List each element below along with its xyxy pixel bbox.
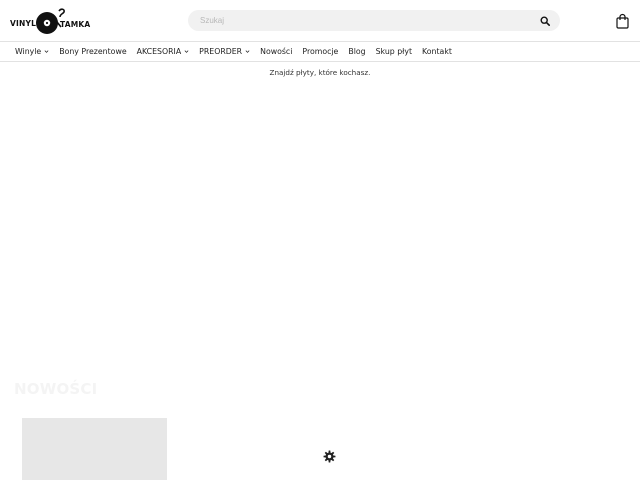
search-button[interactable] [537,13,552,28]
logo-word-right: TAMKA [60,20,90,29]
nav-item-label: Nowości [260,47,293,56]
logo-word-left: VINYL [10,19,36,28]
chevron-down-icon [44,50,49,53]
shopping-bag-icon [615,13,629,29]
search-input[interactable] [188,10,528,31]
section-title-new-arrivals: NOWOŚCI [14,380,98,398]
chevron-down-icon [184,50,189,53]
site-logo[interactable]: VINYL TAMKA [10,6,92,38]
nav-item-label: Kontakt [422,47,452,56]
gear-icon [323,450,336,463]
nav-item-preorder[interactable]: PREORDER [199,47,250,56]
nav-item-label: Bony Prezentowe [59,47,127,56]
nav-item-label: Promocje [302,47,339,56]
search-bar [188,10,560,31]
nav-item-label: Blog [348,47,366,56]
main-navigation: Winyle Bony Prezentowe AKCESORIA PREORDE… [0,42,640,62]
cart-button[interactable] [613,11,631,31]
product-image-placeholder[interactable] [22,418,167,480]
nav-item-blog[interactable]: Blog [348,47,365,56]
nav-item-kontakt[interactable]: Kontakt [422,47,452,56]
nav-item-winyle[interactable]: Winyle [15,47,49,56]
nav-item-akcesoria[interactable]: AKCESORIA [137,47,190,56]
site-header: VINYL TAMKA [0,0,640,42]
chevron-down-icon [245,50,250,53]
vinyl-record-logo-icon: VINYL TAMKA [10,8,90,34]
nav-item-promocje[interactable]: Promocje [302,47,338,56]
settings-button[interactable] [322,449,337,464]
search-icon [539,15,550,26]
tagline: Znajdź płyty, które kochasz. [269,68,371,77]
nav-item-label: AKCESORIA [136,47,182,56]
nav-item-skup-plyt[interactable]: Skup płyt [376,47,412,56]
nav-item-bony-prezentowe[interactable]: Bony Prezentowe [59,47,126,56]
nav-item-label: PREORDER [199,47,243,56]
nav-item-label: Winyle [15,47,42,56]
nav-item-label: Skup płyt [375,47,413,56]
nav-item-nowosci[interactable]: Nowości [260,47,292,56]
